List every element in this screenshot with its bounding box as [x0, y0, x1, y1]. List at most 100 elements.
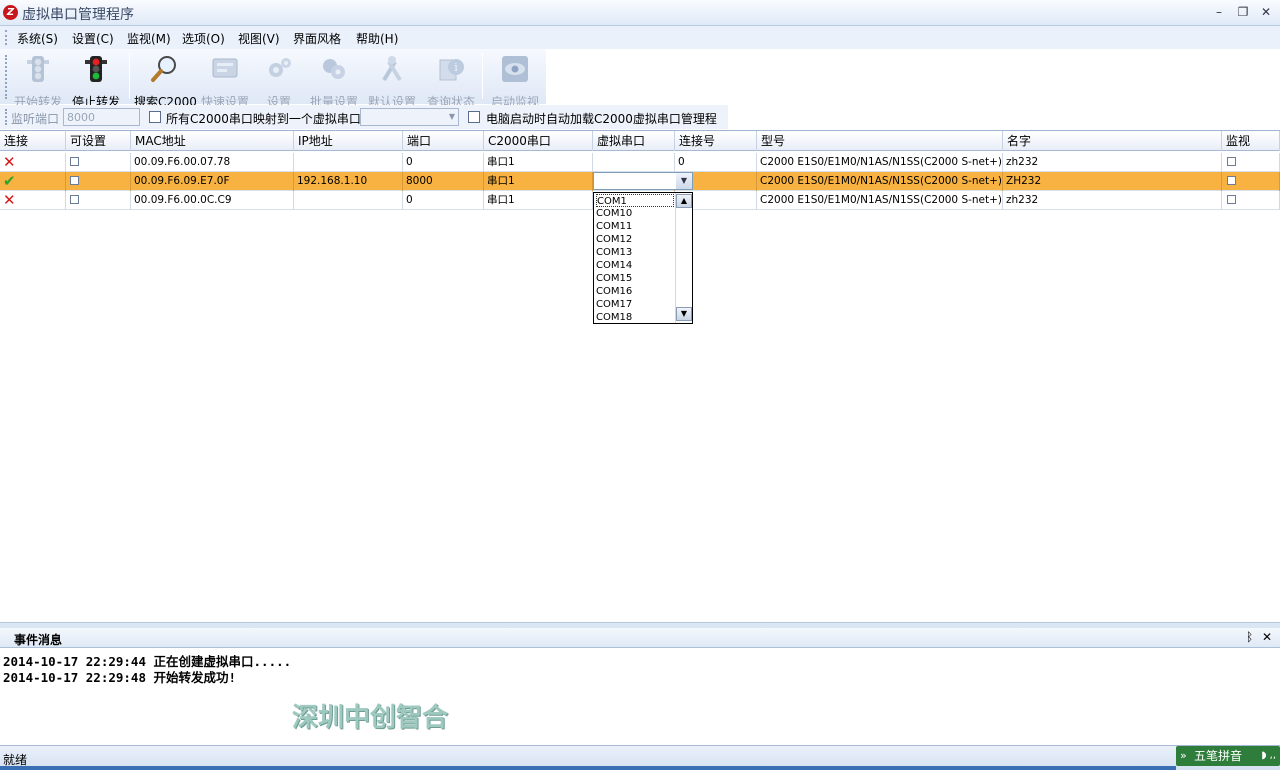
toolbar: 开始转发 停止转发 搜索C2000 快速设置 设置 批量设置 默认设置 i 查询… [0, 49, 546, 109]
close-button[interactable]: ✕ [1257, 4, 1275, 20]
header-c2000-port[interactable]: C2000串口 [484, 131, 593, 151]
company-watermark: 深圳中创智合 [292, 703, 449, 733]
dropdown-scrollbar[interactable]: ▲ ▼ [675, 193, 692, 323]
scroll-down-icon[interactable]: ▼ [676, 307, 692, 321]
toolbar-separator [129, 53, 130, 99]
connected-icon: ✔ [0, 172, 66, 191]
dropdown-item[interactable]: COM17 [596, 298, 632, 311]
pin-icon[interactable]: ᛒ [1246, 630, 1253, 644]
configurable-checkbox[interactable] [70, 176, 79, 185]
name-cell: ZH232 [1003, 172, 1222, 191]
header-configurable[interactable]: 可设置 [66, 131, 131, 151]
dropdown-item[interactable]: COM11 [596, 220, 632, 233]
events-panel-body: 2014-10-17 22:29:44 正在创建虚拟串口..... 2014-1… [0, 648, 1280, 745]
dropdown-item[interactable]: COM12 [596, 233, 632, 246]
scroll-up-icon[interactable]: ▲ [676, 194, 692, 208]
options-bar: 监听端口 所有C2000串口映射到一个虚拟串口 ▼ 电脑启动时自动加载C2000… [0, 105, 728, 143]
dropdown-item[interactable]: COM13 [596, 246, 632, 259]
monitor-checkbox[interactable] [1227, 157, 1236, 166]
disconnected-icon: ✕ [0, 191, 66, 210]
ime-indicator[interactable]: » 五笔拼音 ◗ ,, [1176, 746, 1280, 766]
app-icon: Z [3, 5, 18, 20]
header-mac[interactable]: MAC地址 [131, 131, 294, 151]
header-conn-no[interactable]: 连接号 [675, 131, 757, 151]
configurable-cell [66, 191, 131, 210]
info-icon: i [439, 59, 464, 81]
ime-moon-icon: ◗ ,, [1261, 750, 1276, 761]
table-row[interactable]: ✕ 00.09.F6.00.07.78 0 串口1 0 C2000 E1S0/E… [0, 153, 1280, 172]
grid-header: 连接 可设置 MAC地址 IP地址 端口 C2000串口 虚拟串口 连接号 型号… [0, 131, 1280, 151]
listen-port-label: 监听端口 [11, 112, 60, 126]
minimize-button[interactable]: – [1210, 4, 1228, 20]
stop-forward-button[interactable]: 停止转发 [66, 52, 126, 109]
taskbar-edge [0, 766, 1176, 770]
batch-gear-icon [323, 59, 345, 79]
dropdown-item-selected[interactable]: COM1 [596, 194, 674, 207]
dropdown-item[interactable]: COM18 [596, 311, 632, 324]
dropdown-item[interactable]: COM16 [596, 285, 632, 298]
events-panel-title: 事件消息 [14, 633, 63, 647]
configurable-checkbox[interactable] [70, 195, 79, 204]
chevron-down-icon[interactable]: ▼ [676, 173, 692, 189]
menu-bar: 系统(S) 设置(C) 监视(M) 选项(O) 视图(V) 界面风格 帮助(H) [0, 26, 1280, 49]
settings-button[interactable]: 设置 [249, 52, 309, 109]
menu-view[interactable]: 视图(V) [238, 30, 280, 47]
map-all-label: 所有C2000串口映射到一个虚拟串口 [166, 112, 361, 126]
dropdown-item[interactable]: COM14 [596, 259, 632, 272]
ip-cell: 192.168.1.10 [294, 172, 403, 191]
start-monitor-button[interactable]: 启动监视 [485, 52, 545, 109]
menu-monitor[interactable]: 监视(M) [127, 30, 171, 47]
monitor-checkbox[interactable] [1227, 195, 1236, 204]
disconnected-icon: ✕ [0, 153, 66, 172]
header-monitor[interactable]: 监视 [1222, 131, 1280, 151]
search-c2000-button[interactable]: 搜索C2000 [134, 52, 197, 109]
configurable-checkbox[interactable] [70, 157, 79, 166]
menu-system[interactable]: 系统(S) [17, 30, 58, 47]
mac-cell: 00.09.F6.00.07.78 [131, 153, 294, 172]
conn-no-cell: 0 [675, 153, 757, 172]
menu-help[interactable]: 帮助(H) [356, 30, 398, 47]
close-icon[interactable]: ✕ [1262, 630, 1272, 644]
header-ip[interactable]: IP地址 [294, 131, 403, 151]
chevron-down-icon: ▼ [448, 112, 455, 121]
header-model[interactable]: 型号 [757, 131, 1003, 151]
header-virtual-port[interactable]: 虚拟串口 [593, 131, 675, 151]
batch-settings-button[interactable]: 批量设置 [304, 52, 364, 109]
query-status-button[interactable]: i 查询状态 [421, 52, 481, 109]
svg-text:i: i [454, 61, 458, 74]
menu-settings[interactable]: 设置(C) [72, 30, 114, 47]
virtual-port-cell[interactable] [593, 153, 675, 172]
ime-icon: » [1180, 749, 1187, 762]
monitor-checkbox[interactable] [1227, 176, 1236, 185]
virtual-port-combo[interactable]: ▼ [593, 172, 693, 190]
port-cell: 0 [403, 191, 484, 210]
traffic-light-icon [85, 56, 107, 82]
name-cell: zh232 [1003, 191, 1222, 210]
c2000-port-cell: 串口1 [484, 153, 593, 172]
default-settings-button[interactable]: 默认设置 [362, 52, 422, 109]
quick-settings-button[interactable]: 快速设置 [195, 52, 255, 109]
dropdown-item[interactable]: COM10 [596, 207, 632, 220]
autoload-checkbox[interactable] [468, 111, 480, 123]
c2000-port-cell: 串口1 [484, 172, 593, 191]
header-name[interactable]: 名字 [1003, 131, 1222, 151]
magnifier-icon [151, 56, 176, 82]
ime-label: 五笔拼音 [1194, 749, 1243, 763]
menu-grip [5, 30, 8, 45]
header-connect[interactable]: 连接 [0, 131, 66, 151]
listen-port-input[interactable] [63, 108, 140, 126]
mac-cell: 00.09.F6.00.0C.C9 [131, 191, 294, 210]
header-port[interactable]: 端口 [403, 131, 484, 151]
gear-icon [269, 58, 291, 77]
menu-ui-style[interactable]: 界面风格 [293, 30, 341, 47]
dropdown-item[interactable]: COM15 [596, 272, 632, 285]
events-panel-header: 事件消息 ᛒ ✕ [0, 628, 1280, 648]
map-target-select[interactable]: ▼ [360, 108, 459, 126]
map-all-checkbox[interactable] [149, 111, 161, 123]
restore-button[interactable]: ❐ [1234, 4, 1252, 20]
start-forward-button[interactable]: 开始转发 [8, 52, 68, 109]
configurable-cell [66, 172, 131, 191]
toolbar-separator [482, 53, 483, 99]
menu-options[interactable]: 选项(O) [182, 30, 225, 47]
monitor-cell [1222, 172, 1280, 191]
